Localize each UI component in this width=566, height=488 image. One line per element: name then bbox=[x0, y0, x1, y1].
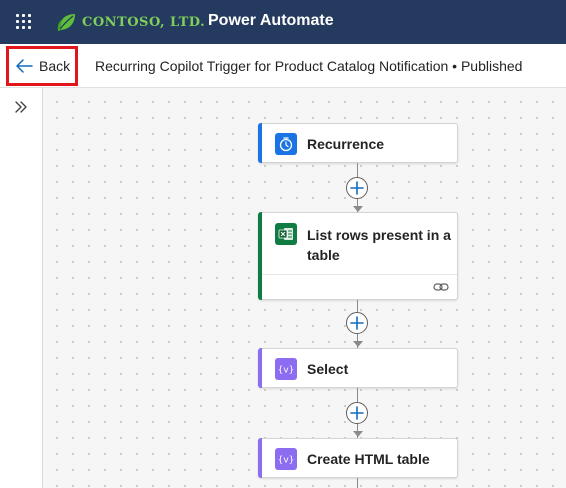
link-icon[interactable] bbox=[433, 280, 449, 294]
back-button-label: Back bbox=[39, 58, 71, 74]
step-card-select[interactable]: {v} Select bbox=[258, 348, 458, 388]
back-button[interactable]: Back bbox=[6, 46, 78, 86]
connector-arrow bbox=[353, 341, 363, 347]
step-card-list-rows[interactable]: List rows present in a table bbox=[258, 212, 458, 300]
chevron-double-right-icon bbox=[15, 101, 27, 113]
card-divider bbox=[262, 274, 457, 275]
app-bar: CONTOSO, LTD. Power Automate bbox=[0, 0, 566, 44]
flow-canvas[interactable]: Recurrence List rows present in a table bbox=[43, 88, 566, 488]
add-step-button[interactable] bbox=[346, 312, 368, 334]
step-title: Create HTML table bbox=[307, 451, 430, 467]
brand-name: CONTOSO, LTD. bbox=[82, 14, 206, 30]
app-title[interactable]: Power Automate bbox=[208, 12, 334, 30]
plus-icon bbox=[350, 316, 364, 330]
plus-icon bbox=[350, 181, 364, 195]
connector-arrow bbox=[353, 431, 363, 437]
flow-title: Recurring Copilot Trigger for Product Ca… bbox=[95, 58, 523, 74]
step-title: List rows present in a table bbox=[307, 227, 451, 263]
step-card-recurrence[interactable]: Recurrence bbox=[258, 123, 458, 163]
clock-icon bbox=[275, 133, 297, 155]
add-step-button[interactable] bbox=[346, 402, 368, 424]
command-bar: Back Recurring Copilot Trigger for Produ… bbox=[0, 44, 566, 88]
svg-text:{v}: {v} bbox=[278, 456, 294, 466]
plus-icon bbox=[350, 406, 364, 420]
add-step-button[interactable] bbox=[346, 177, 368, 199]
step-title: Select bbox=[307, 361, 349, 377]
expand-panel-button[interactable] bbox=[11, 97, 31, 117]
variable-icon: {v} bbox=[275, 448, 297, 470]
excel-icon bbox=[275, 223, 297, 245]
connector-line bbox=[357, 478, 358, 488]
arrow-left-icon bbox=[16, 59, 33, 73]
app-launcher-icon[interactable] bbox=[16, 14, 32, 30]
brand-logo[interactable]: CONTOSO, LTD. bbox=[56, 10, 205, 34]
svg-text:{v}: {v} bbox=[278, 366, 294, 376]
left-rail bbox=[0, 88, 43, 488]
variable-icon: {v} bbox=[275, 358, 297, 380]
step-card-create-html-table[interactable]: {v} Create HTML table bbox=[258, 438, 458, 478]
step-title: Recurrence bbox=[307, 136, 385, 152]
leaf-icon bbox=[57, 14, 75, 31]
